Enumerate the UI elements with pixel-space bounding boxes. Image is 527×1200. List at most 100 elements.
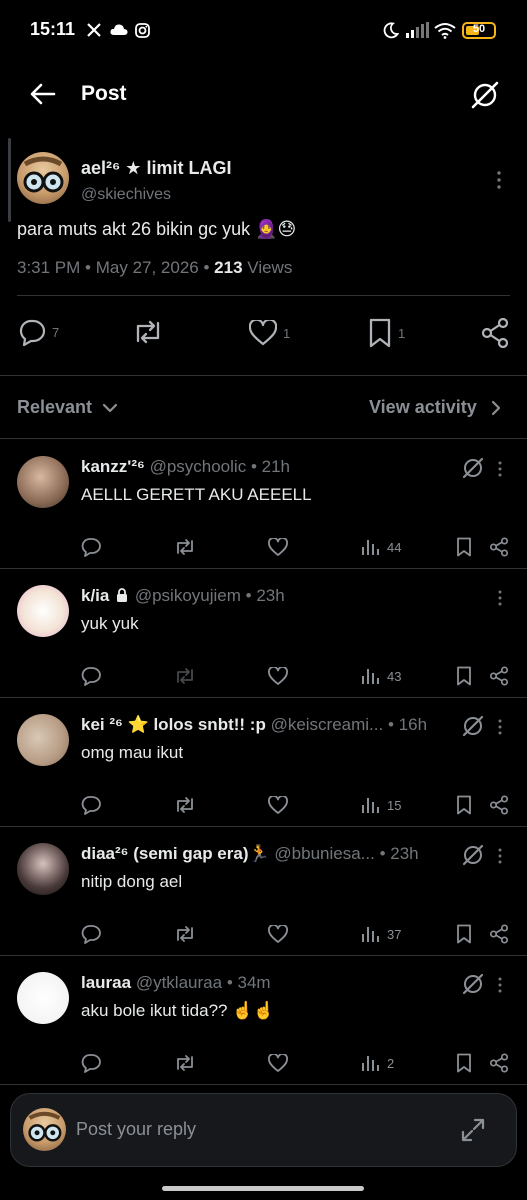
view-activity-link[interactable]: View activity xyxy=(369,397,501,418)
more-options-icon[interactable] xyxy=(495,460,505,478)
analytics-icon xyxy=(362,798,379,813)
reply-icon[interactable] xyxy=(81,666,101,686)
bookmark-icon[interactable] xyxy=(456,666,472,686)
heart-icon[interactable] xyxy=(268,1054,288,1072)
expand-icon[interactable] xyxy=(460,1117,486,1143)
share-icon[interactable] xyxy=(489,537,509,557)
avatar[interactable] xyxy=(17,972,69,1024)
heart-icon[interactable] xyxy=(268,925,288,943)
reply-views: 15 xyxy=(387,797,402,813)
more-options-icon[interactable] xyxy=(495,589,505,607)
thread-scroll-indicator xyxy=(8,138,11,222)
reply-handle[interactable]: @psikoyujiem xyxy=(135,586,241,605)
repost-icon[interactable] xyxy=(174,925,196,943)
repost-icon[interactable] xyxy=(174,796,196,814)
avatar xyxy=(23,1108,66,1151)
share-icon[interactable] xyxy=(489,924,509,944)
reply-post[interactable]: diaa²⁶ (semi gap era)🏃 @bbuniesa... • 23… xyxy=(0,827,527,955)
like-count: 1 xyxy=(283,325,291,341)
avatar[interactable] xyxy=(17,456,69,508)
heart-icon[interactable] xyxy=(268,667,288,685)
analytics-icon xyxy=(362,669,379,684)
repost-icon[interactable] xyxy=(174,538,196,556)
meta-separator: • xyxy=(85,258,91,277)
bookmark-icon[interactable] xyxy=(456,537,472,557)
reply-header: k/ia @psikoyujiem • 23h xyxy=(81,586,451,606)
home-indicator[interactable] xyxy=(162,1186,364,1191)
heart-icon[interactable] xyxy=(268,538,288,556)
share-icon[interactable] xyxy=(489,795,509,815)
reply-handle[interactable]: @keiscreami... xyxy=(271,715,384,734)
reply-display-name[interactable]: lauraa xyxy=(81,973,131,992)
reply-composer[interactable]: Post your reply xyxy=(10,1093,517,1167)
grok-icon[interactable] xyxy=(461,843,485,867)
bookmark-icon[interactable] xyxy=(456,1053,472,1073)
instagram-icon xyxy=(135,23,150,38)
reply-display-name[interactable]: kei ²⁶ ⭐ lolos snbt!! :p xyxy=(81,715,266,734)
repost-icon[interactable] xyxy=(174,667,196,685)
grok-icon[interactable] xyxy=(470,80,500,110)
divider xyxy=(0,375,527,376)
like-button[interactable]: 1 xyxy=(249,320,290,346)
bookmark-icon[interactable] xyxy=(456,795,472,815)
share-icon[interactable] xyxy=(489,666,509,686)
divider xyxy=(17,295,510,296)
grok-icon[interactable] xyxy=(461,972,485,996)
avatar[interactable] xyxy=(17,843,69,895)
post-date: May 27, 2026 xyxy=(95,258,199,277)
views-button[interactable]: 2 xyxy=(361,1054,394,1072)
repost-button[interactable] xyxy=(132,319,164,345)
views-button[interactable]: 44 xyxy=(361,538,401,556)
share-icon[interactable] xyxy=(489,1053,509,1073)
share-icon[interactable] xyxy=(481,318,509,348)
post-meta: 3:31 PM • May 27, 2026 • 213 Views xyxy=(17,258,292,278)
grok-icon[interactable] xyxy=(461,714,485,738)
author-handle[interactable]: @skiechives xyxy=(81,186,171,204)
more-options-icon[interactable] xyxy=(494,170,504,190)
reply-icon[interactable] xyxy=(81,924,101,944)
reply-icon[interactable] xyxy=(81,795,101,815)
reply-post[interactable]: kei ²⁶ ⭐ lolos snbt!! :p @keiscreami... … xyxy=(0,698,527,826)
reply-time: 21h xyxy=(261,457,290,476)
reply-post[interactable]: k/ia @psikoyujiem • 23h yuk yuk 43 xyxy=(0,569,527,697)
avatar[interactable] xyxy=(17,585,69,637)
meta-separator: • xyxy=(203,258,210,277)
reply-time: 23h xyxy=(256,586,285,605)
reply-display-name[interactable]: kanzz'²⁶ xyxy=(81,457,145,476)
reply-handle[interactable]: @ytklauraa xyxy=(136,973,222,992)
reply-post[interactable]: lauraa @ytklauraa • 34m aku bole ikut ti… xyxy=(0,956,527,1084)
heart-icon[interactable] xyxy=(268,796,288,814)
grok-icon[interactable] xyxy=(461,456,485,480)
reply-input-placeholder[interactable]: Post your reply xyxy=(76,1119,196,1140)
repost-icon[interactable] xyxy=(174,1054,196,1072)
reply-button[interactable]: 7 xyxy=(18,318,59,346)
battery-level: 50 xyxy=(472,23,486,35)
sort-dropdown[interactable]: Relevant xyxy=(17,397,118,418)
reply-icon[interactable] xyxy=(81,537,101,557)
views-button[interactable]: 37 xyxy=(361,925,401,943)
reply-handle[interactable]: @psychoolic xyxy=(150,457,247,476)
signal-icon xyxy=(406,22,429,38)
divider xyxy=(0,438,527,439)
x-logo-icon xyxy=(87,23,101,37)
reply-display-name[interactable]: diaa²⁶ (semi gap era)🏃 xyxy=(81,844,270,863)
more-options-icon[interactable] xyxy=(495,718,505,736)
bookmark-icon[interactable] xyxy=(456,924,472,944)
reply-count: 7 xyxy=(52,324,60,340)
avatar[interactable] xyxy=(17,714,69,766)
reply-post[interactable]: kanzz'²⁶ @psychoolic • 21h AELLL GERETT … xyxy=(0,440,527,568)
reply-display-name[interactable]: k/ia xyxy=(81,586,109,605)
bookmark-button[interactable]: 1 xyxy=(368,318,405,348)
back-arrow-icon[interactable] xyxy=(30,83,56,105)
more-options-icon[interactable] xyxy=(495,847,505,865)
avatar[interactable] xyxy=(17,152,69,204)
more-options-icon[interactable] xyxy=(495,976,505,994)
meta-separator: • xyxy=(226,973,233,992)
reply-text: nitip dong ael xyxy=(81,872,183,891)
reply-handle[interactable]: @bbuniesa... xyxy=(274,844,374,863)
author-display-name[interactable]: ael²⁶ ★ limit LAGI xyxy=(81,158,231,179)
views-button[interactable]: 43 xyxy=(361,667,401,685)
page-title: Post xyxy=(81,82,127,105)
reply-icon[interactable] xyxy=(81,1053,101,1073)
views-button[interactable]: 15 xyxy=(361,796,401,814)
